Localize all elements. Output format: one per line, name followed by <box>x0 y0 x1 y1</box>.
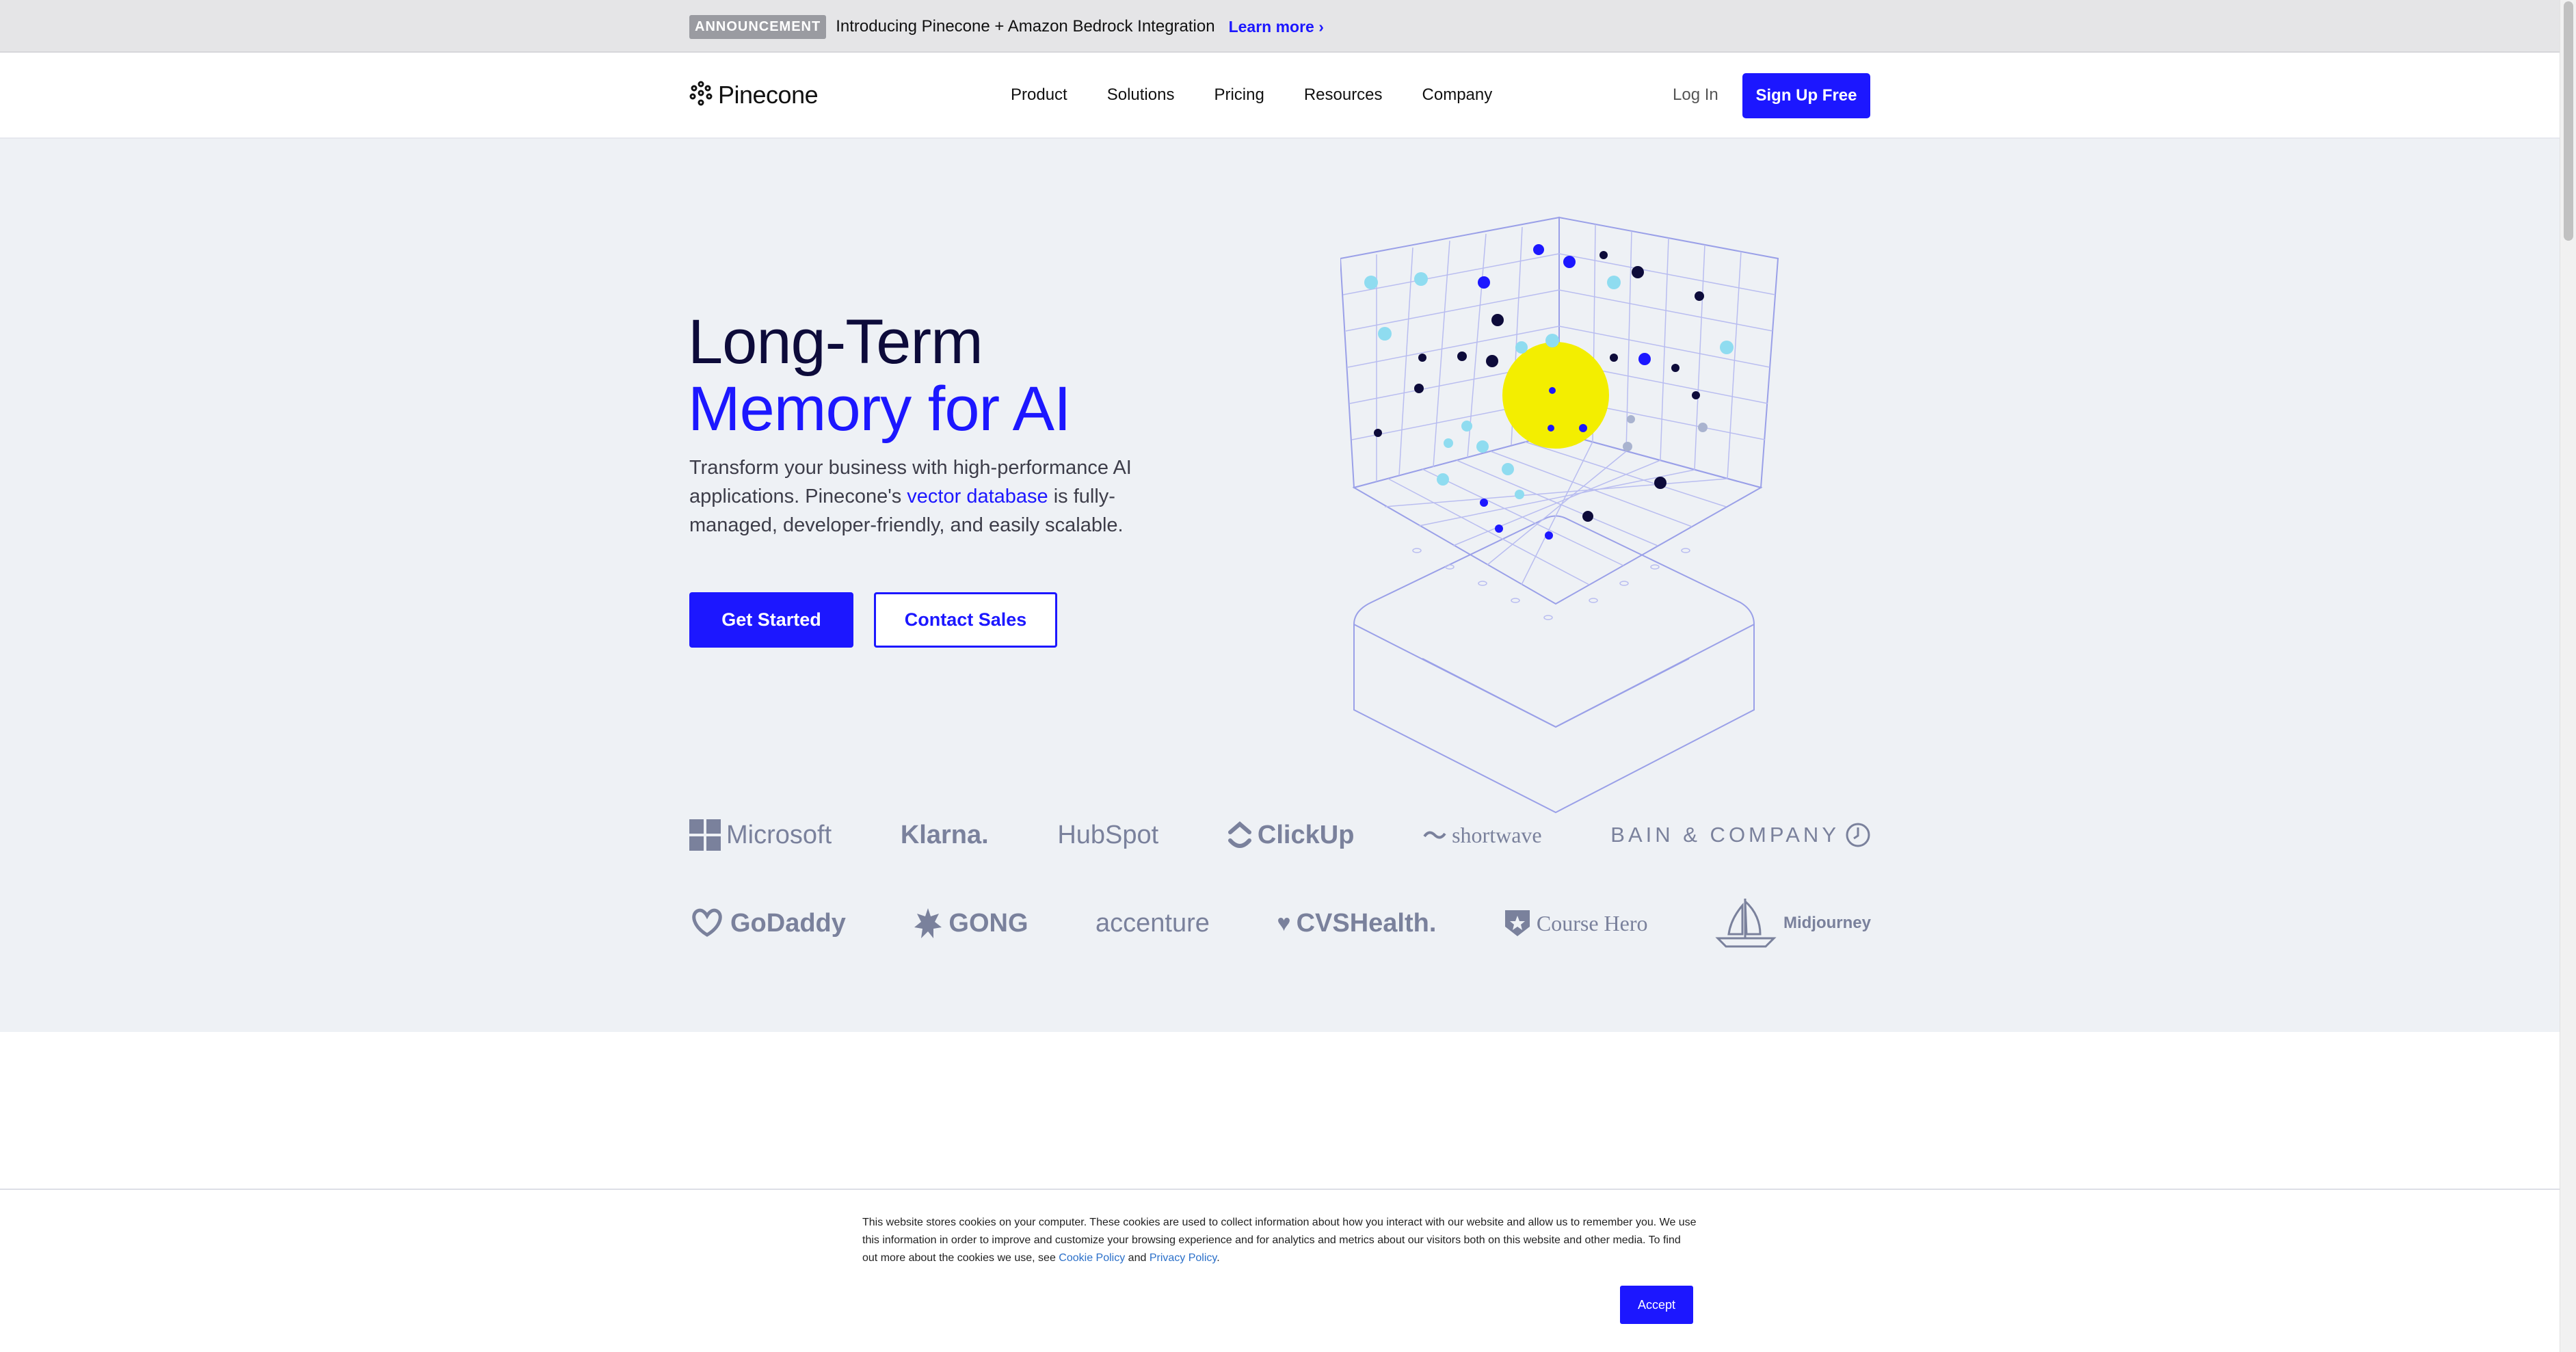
bain-icon <box>1846 823 1870 847</box>
nav-resources[interactable]: Resources <box>1304 85 1383 105</box>
cookie-text: This website stores cookies on your comp… <box>862 1217 1697 1264</box>
midjourney-icon <box>1715 899 1777 948</box>
customer-logos-row-1: Microsoft Klarna. HubSpot ClickUp shortw… <box>689 811 1871 859</box>
cookie-end-text: . <box>1217 1252 1220 1264</box>
godaddy-icon <box>692 908 722 937</box>
course-hero-logo: Course Hero <box>1504 909 1648 938</box>
announcement-content: ANNOUNCEMENT Introducing Pinecone + Amaz… <box>689 14 1324 40</box>
shortwave-logo: shortwave <box>1423 823 1542 848</box>
logo-wordmark: Pinecone <box>718 80 819 109</box>
pinecone-logo[interactable]: Pinecone <box>689 80 819 109</box>
clickup-icon <box>1227 821 1251 848</box>
accenture-logo: accenture <box>1096 908 1210 938</box>
get-started-button[interactable]: Get Started <box>689 592 853 648</box>
vector-database-link[interactable]: vector database <box>907 486 1048 507</box>
contact-sales-button[interactable]: Contact Sales <box>874 592 1057 648</box>
hero-title-line1: Long-Term <box>688 307 983 377</box>
nav-links: Product Solutions Pricing Resources Comp… <box>1011 85 1532 105</box>
cookie-message: This website stores cookies on your comp… <box>862 1214 1698 1267</box>
announcement-badge: ANNOUNCEMENT <box>689 14 827 39</box>
signup-button[interactable]: Sign Up Free <box>1742 73 1870 118</box>
query-vector-highlight <box>1502 342 1609 449</box>
hubspot-logo: HubSpot <box>1057 820 1159 849</box>
microsoft-logo: Microsoft <box>689 819 832 851</box>
gong-icon <box>914 908 942 938</box>
announcement-text: Introducing Pinecone + Amazon Bedrock In… <box>836 17 1215 36</box>
heart-icon: ♥ <box>1277 910 1291 936</box>
scrollbar-thumb[interactable] <box>2564 1 2573 241</box>
cookie-policy-link[interactable]: Cookie Policy <box>1059 1252 1125 1264</box>
nav-company[interactable]: Company <box>1422 85 1493 105</box>
microsoft-icon <box>689 819 721 851</box>
announcement-bar: ANNOUNCEMENT Introducing Pinecone + Amaz… <box>0 0 2560 53</box>
cookie-banner: This website stores cookies on your comp… <box>0 1189 2560 1352</box>
learn-more-link[interactable]: Learn more › <box>1229 18 1324 36</box>
course-hero-icon <box>1504 910 1530 936</box>
clickup-logo: ClickUp <box>1227 820 1354 850</box>
accept-cookies-button[interactable]: Accept <box>1620 1286 1693 1324</box>
page-scrollbar[interactable] <box>2560 0 2576 1352</box>
vector-database-illustration <box>1340 216 1779 814</box>
pinecone-logo-icon <box>689 80 713 109</box>
cvs-health-logo: ♥ CVSHealth. <box>1277 908 1437 938</box>
gong-logo: GONG <box>913 907 1028 940</box>
klarna-logo: Klarna. <box>900 820 989 849</box>
hero-title-line2: Memory for AI <box>688 374 1072 444</box>
shortwave-icon <box>1423 831 1446 839</box>
nav-solutions[interactable]: Solutions <box>1107 85 1175 105</box>
godaddy-logo: GoDaddy <box>689 907 846 939</box>
bain-logo: BAIN & COMPANY <box>1610 822 1871 848</box>
privacy-policy-link[interactable]: Privacy Policy <box>1150 1252 1217 1264</box>
main-navbar: Pinecone Product Solutions Pricing Resou… <box>0 53 2560 139</box>
hero-title: Long-Term Memory for AI <box>688 307 1072 444</box>
customer-logos-row-2: GoDaddy GONG accenture ♥ CVSHealth. Cour… <box>689 899 1871 948</box>
login-link[interactable]: Log In <box>1673 85 1718 105</box>
nav-pricing[interactable]: Pricing <box>1214 85 1264 105</box>
midjourney-logo: Midjourney <box>1715 896 1871 951</box>
cookie-and-text: and <box>1125 1252 1150 1264</box>
nav-product[interactable]: Product <box>1011 85 1067 105</box>
hero-section: Long-Term Memory for AI Transform your b… <box>0 139 2560 1032</box>
hero-description: Transform your business with high-perfor… <box>689 453 1168 540</box>
